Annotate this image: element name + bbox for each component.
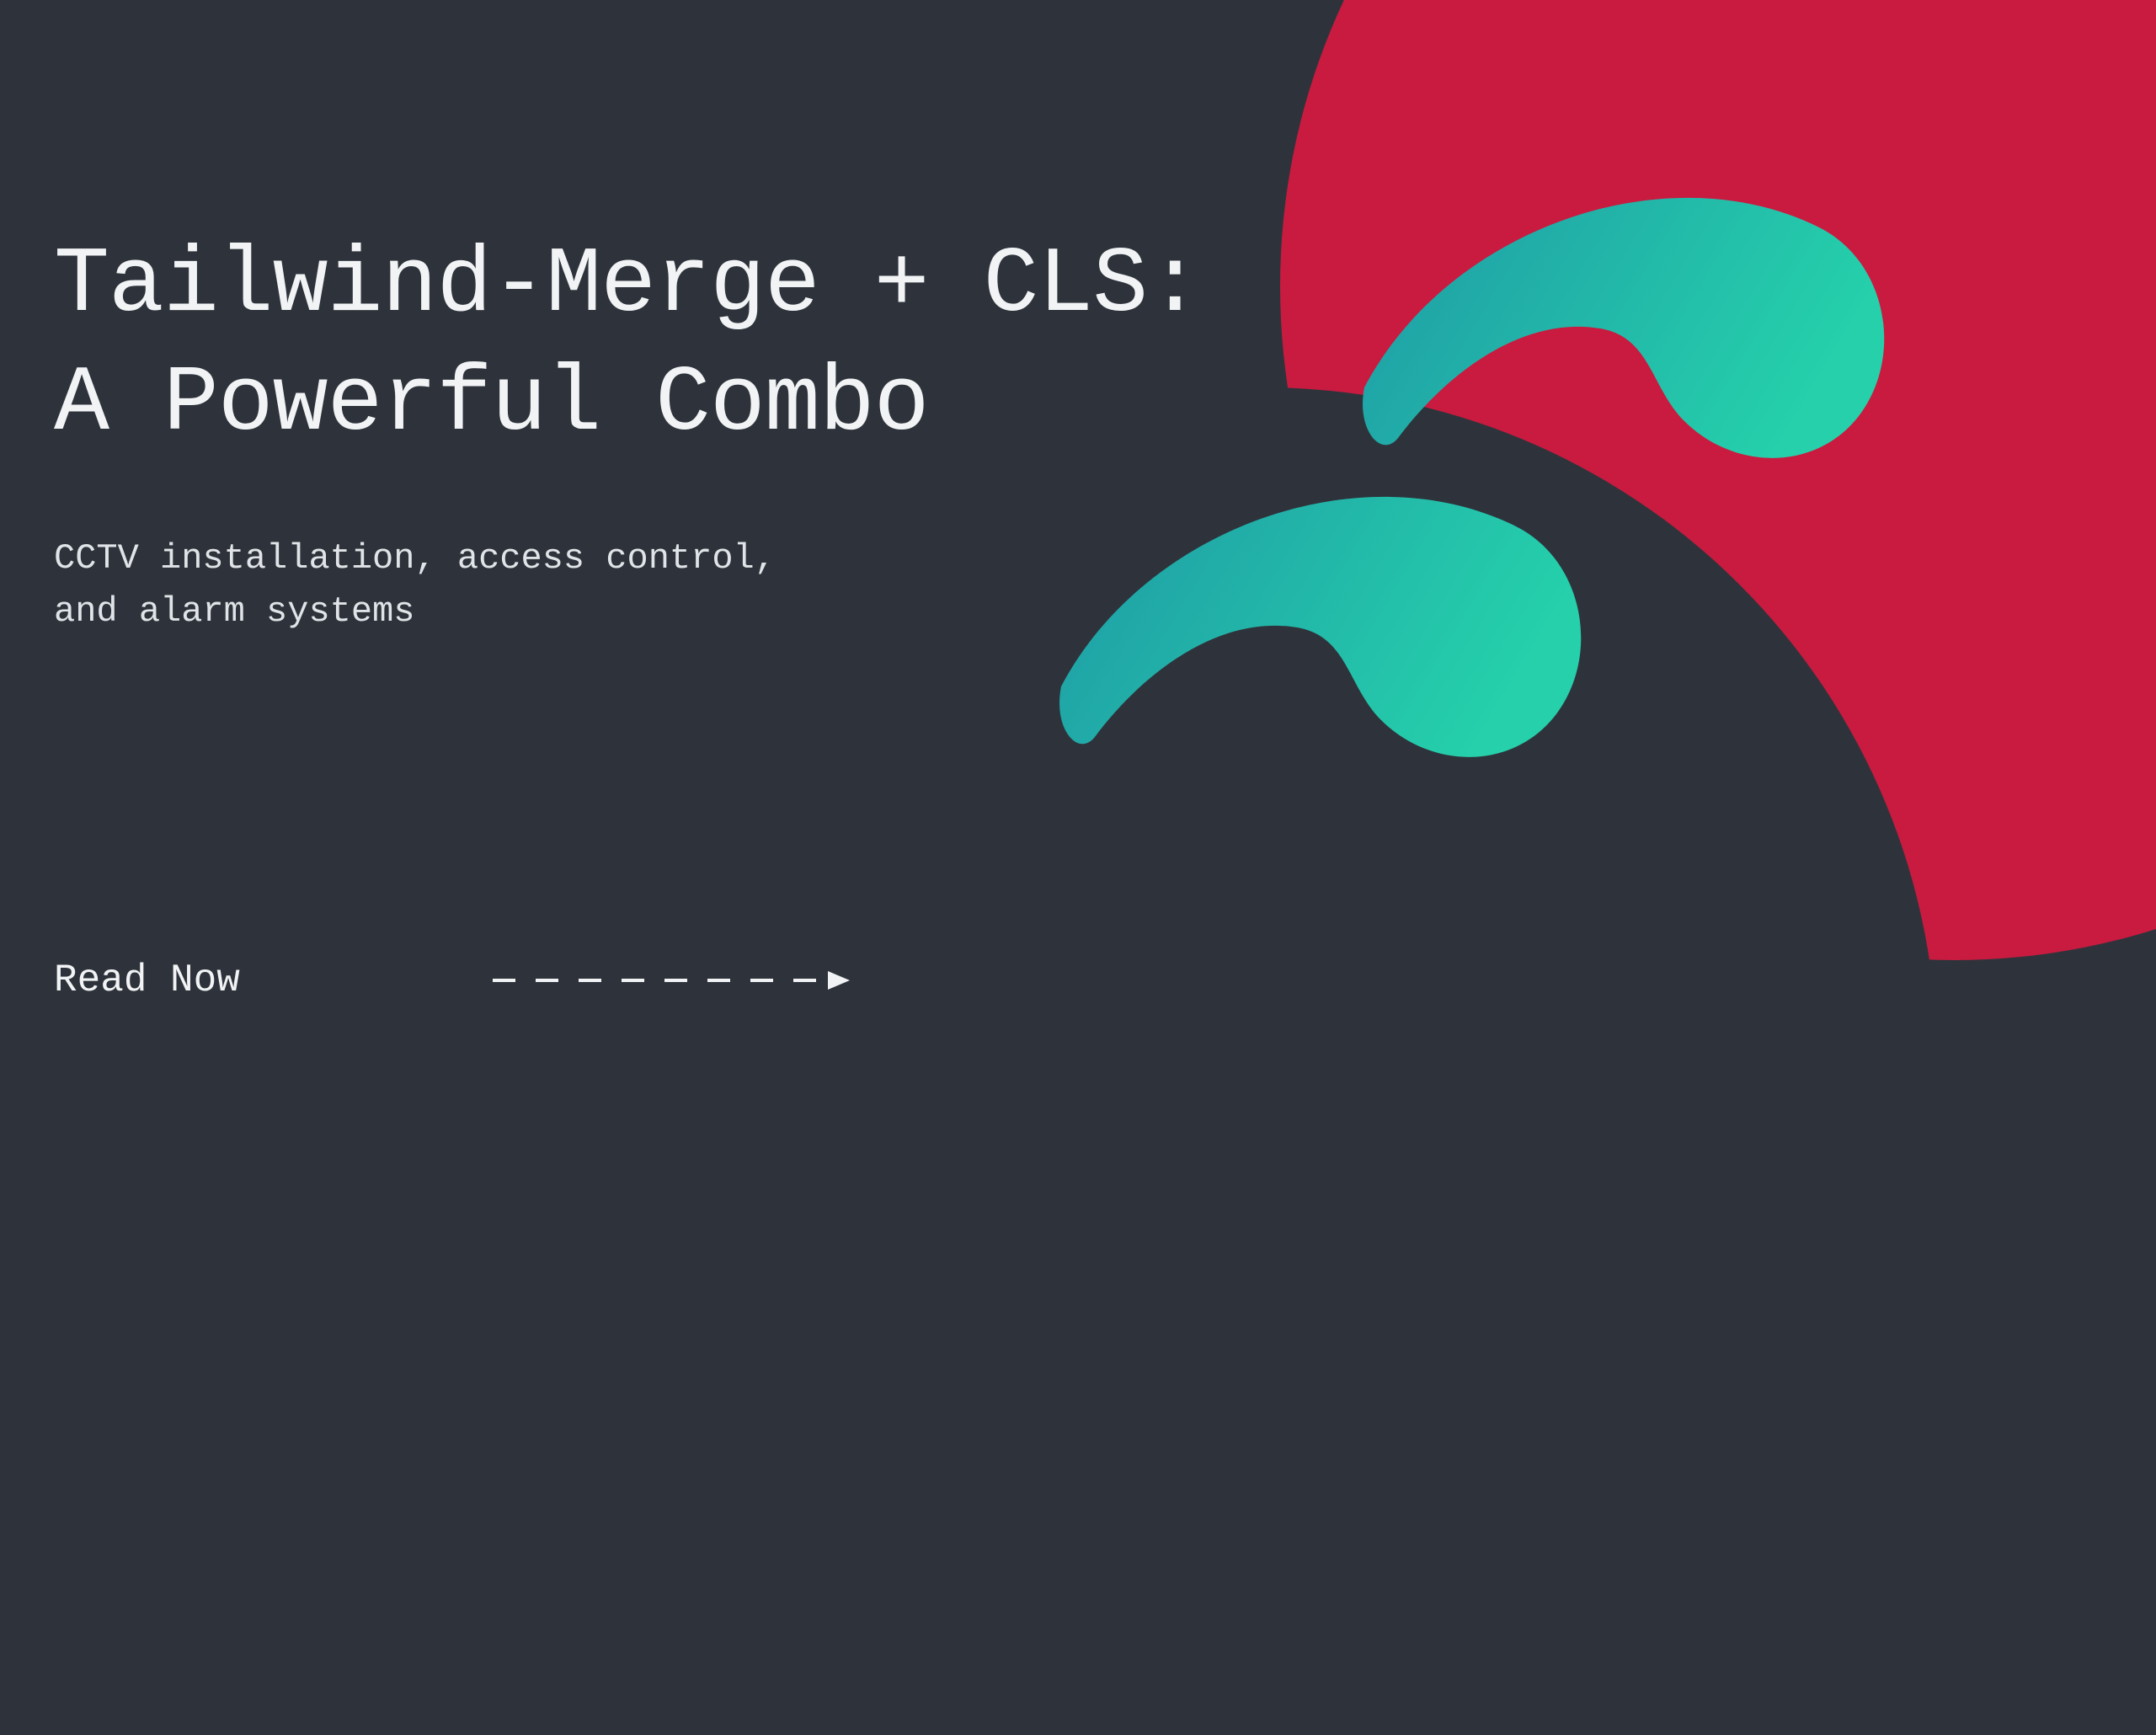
hero-content: Tailwind-Merge + CLS: A Powerful Combo C… (54, 227, 1202, 639)
arrow-dash (579, 979, 601, 982)
hero-title-line2: A Powerful Combo (54, 352, 929, 457)
hero-title: Tailwind-Merge + CLS: A Powerful Combo (54, 227, 1202, 465)
read-now-link[interactable]: Read Now (54, 958, 240, 1002)
arrow-dash (793, 979, 816, 982)
hero-banner: Tailwind-Merge + CLS: A Powerful Combo C… (0, 0, 2156, 1213)
hero-subtitle-line2: and alarm systems (54, 591, 414, 632)
arrow-icon (493, 971, 850, 990)
arrow-dash (493, 979, 515, 982)
hero-subtitle: CCTV installation, access control, and a… (54, 532, 1202, 640)
arrow-dash (750, 979, 773, 982)
arrow-dash (664, 979, 687, 982)
hero-title-line1: Tailwind-Merge + CLS: (54, 233, 1202, 339)
hero-subtitle-line1: CCTV installation, access control, (54, 538, 776, 579)
arrow-dash (536, 979, 558, 982)
arrow-dash (707, 979, 730, 982)
cta-row: Read Now (54, 958, 850, 1002)
arrowhead-icon (828, 971, 850, 990)
arrow-dash (622, 979, 644, 982)
